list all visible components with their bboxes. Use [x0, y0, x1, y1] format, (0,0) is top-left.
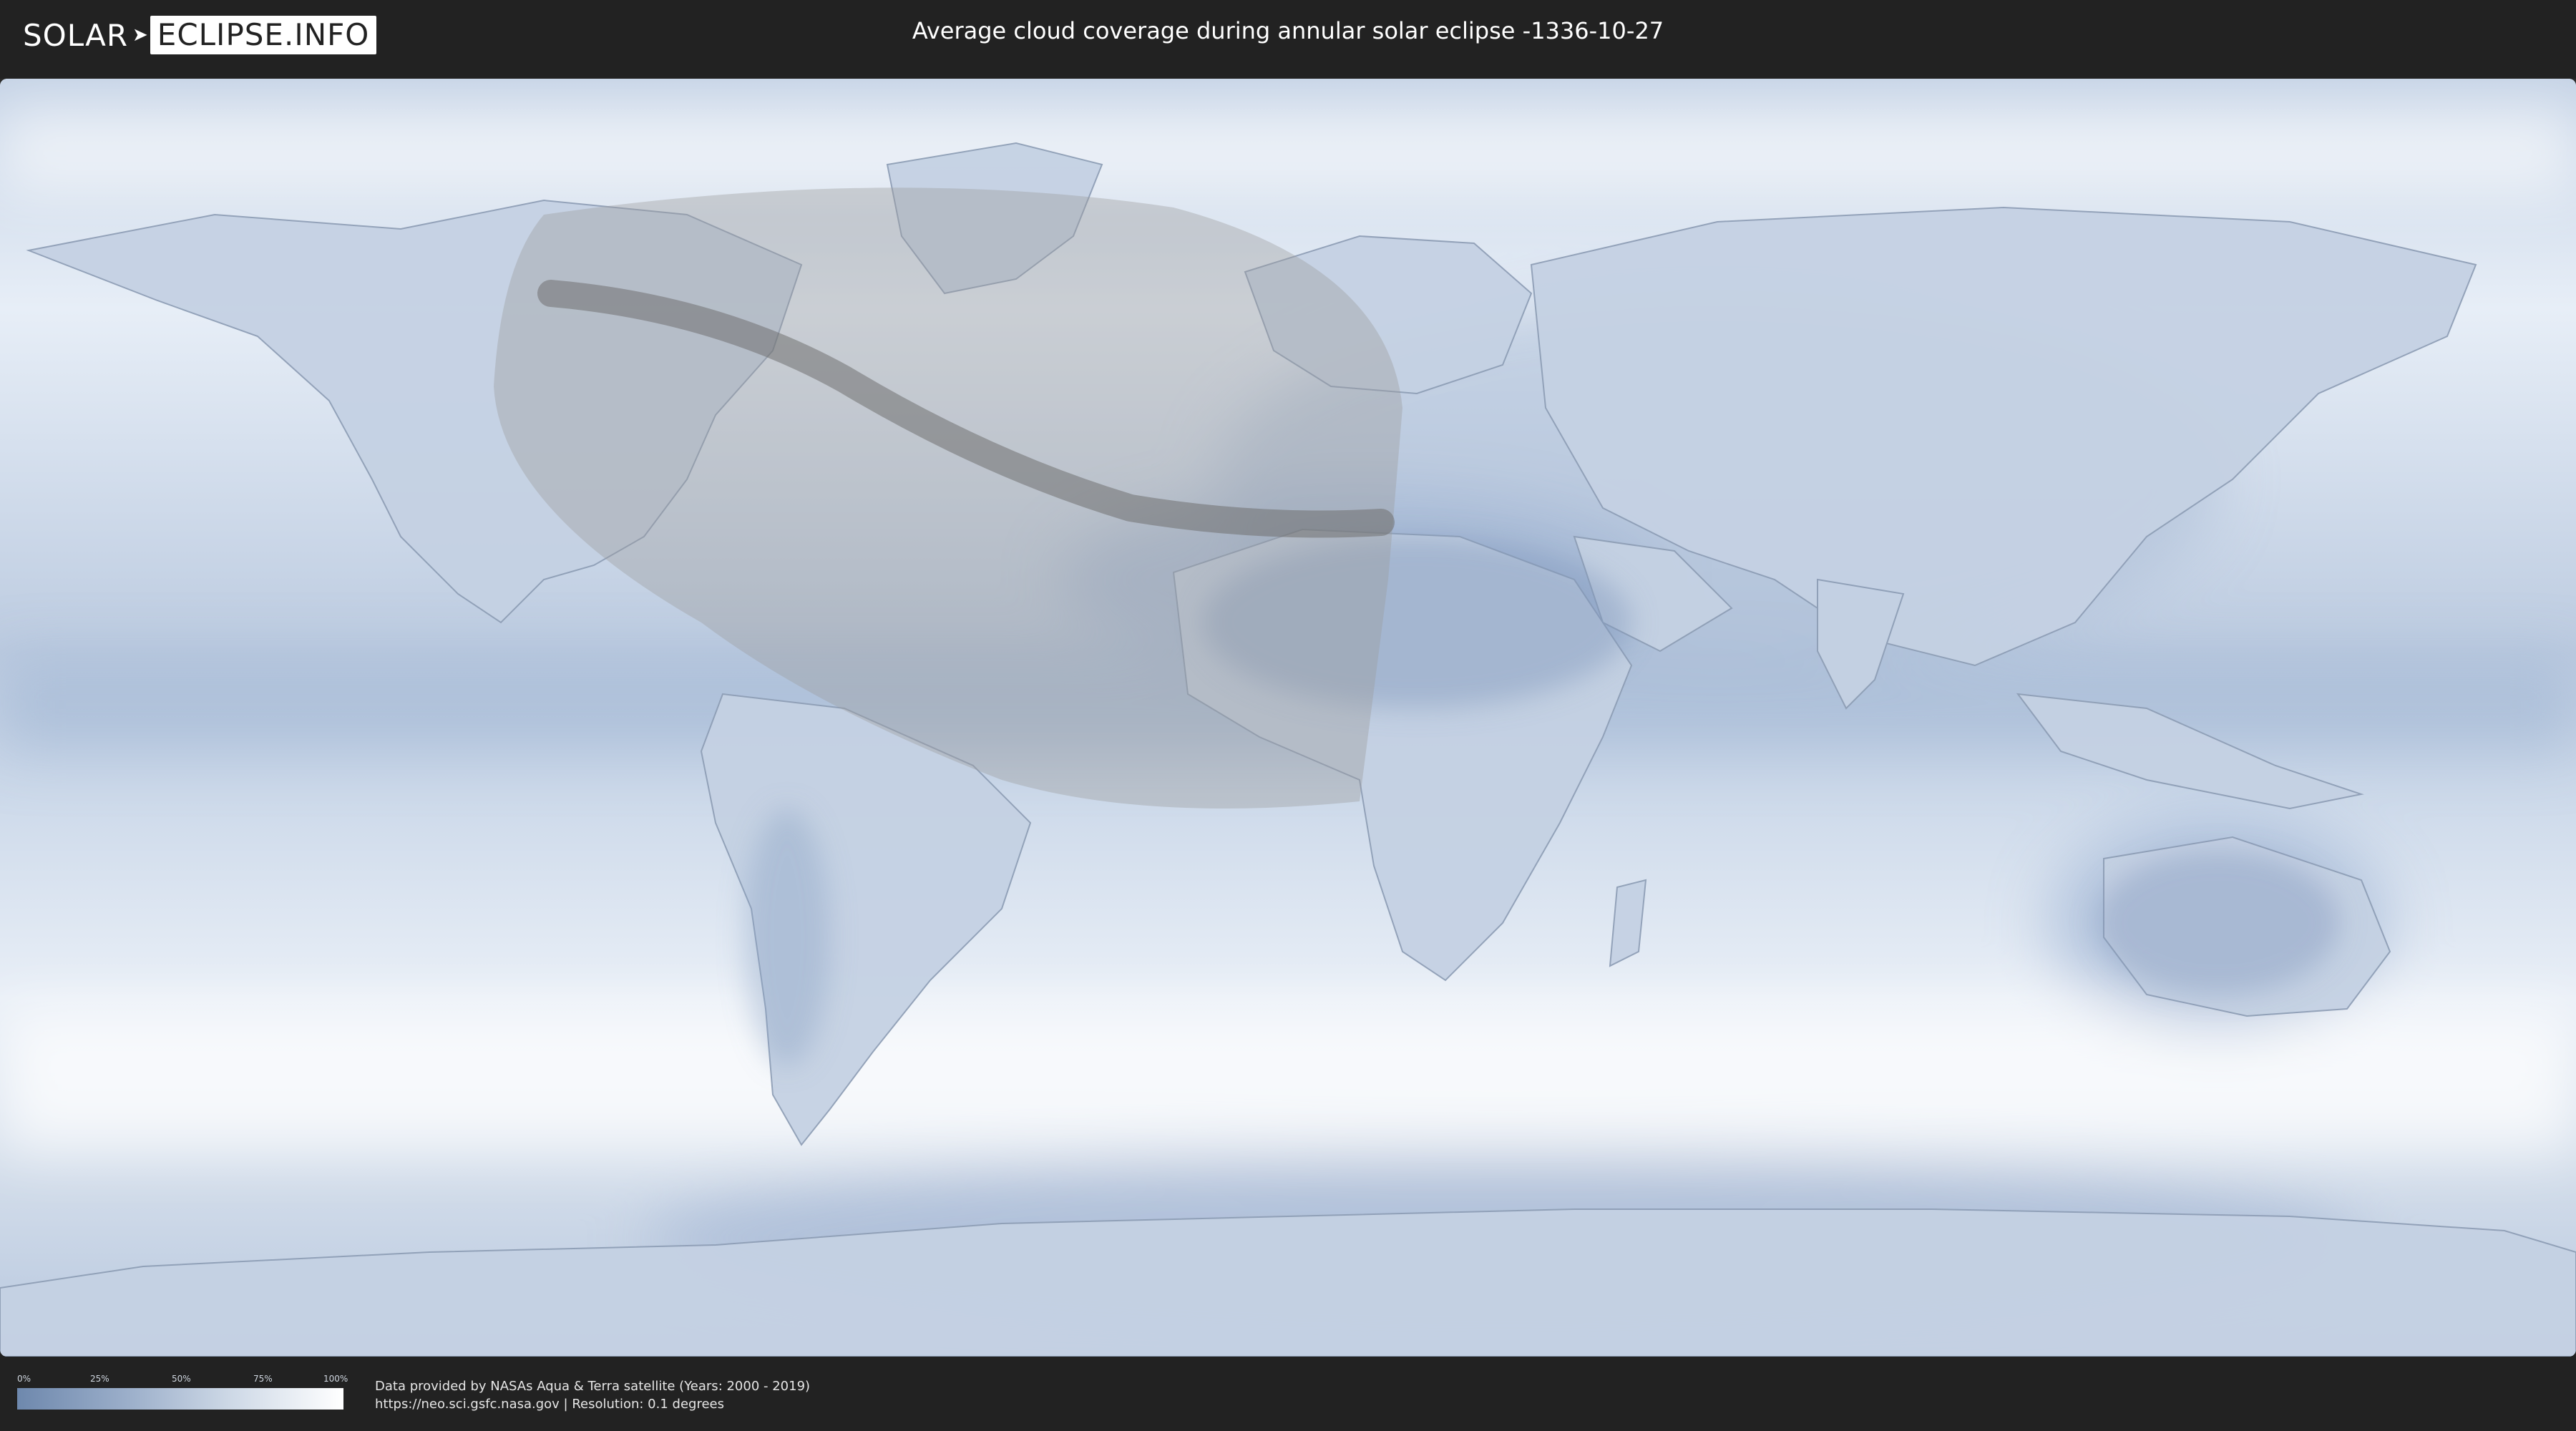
credits-line-1: Data provided by NASAs Aqua & Terra sate… — [375, 1379, 811, 1394]
page: SOLAR ➤ ECLIPSE.INFO Average cloud cover… — [0, 0, 2576, 1431]
legend-tick-100: 100% — [323, 1374, 348, 1384]
header: SOLAR ➤ ECLIPSE.INFO Average cloud cover… — [0, 0, 2576, 73]
legend-gradient-bar — [17, 1388, 343, 1410]
world-cloud-map[interactable] — [0, 79, 2576, 1357]
data-credits: Data provided by NASAs Aqua & Terra sate… — [375, 1377, 810, 1413]
legend-tick-0: 0% — [17, 1374, 31, 1384]
legend-tick-50: 50% — [172, 1374, 191, 1384]
legend-ticks: 0% 25% 50% 75% 100% — [17, 1374, 348, 1385]
page-title: Average cloud coverage during annular so… — [912, 17, 1664, 44]
credits-line-2: https://neo.sci.gsfc.nasa.gov | Resoluti… — [375, 1397, 724, 1412]
legend-tick-75: 75% — [253, 1374, 273, 1384]
legend-tick-25: 25% — [90, 1374, 109, 1384]
cloud-coverage-legend: 0% 25% 50% 75% 100% — [17, 1374, 348, 1414]
map-svg — [0, 79, 2576, 1357]
